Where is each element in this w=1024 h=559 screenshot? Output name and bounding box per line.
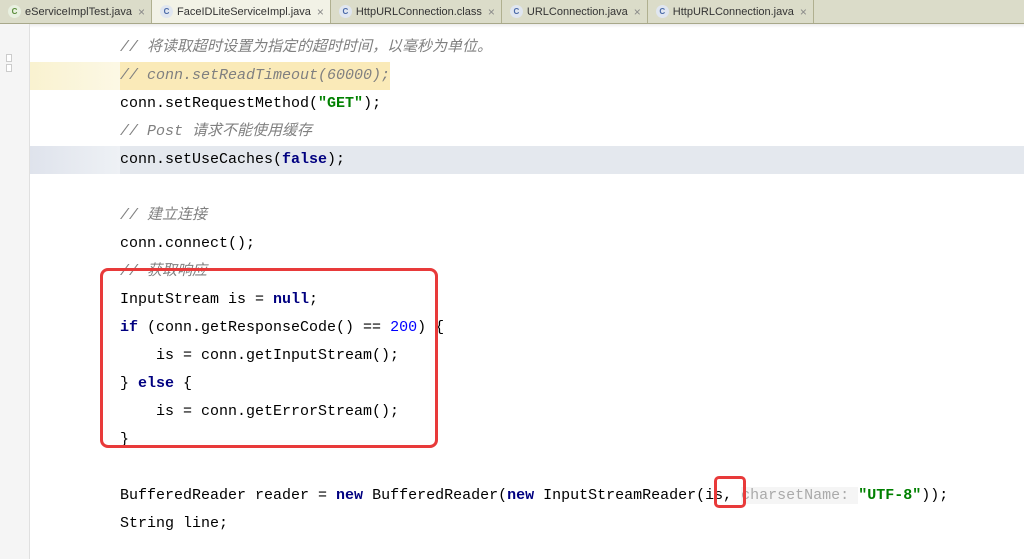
code-line: conn.setRequestMethod("GET"); [120, 90, 1024, 118]
editor-area: // 将读取超时设置为指定的超时时间，以毫秒为单位。 // conn.setRe… [0, 24, 1024, 559]
code-editor[interactable]: // 将读取超时设置为指定的超时时间，以毫秒为单位。 // conn.setRe… [30, 24, 1024, 559]
code-line: BufferedReader reader = new BufferedRead… [120, 482, 1024, 510]
code-line: is = conn.getInputStream(); [120, 342, 1024, 370]
java-class-icon: C [339, 5, 352, 18]
tab-label: eServiceImplTest.java [25, 6, 132, 18]
tab-eserviceimpltest[interactable]: C eServiceImplTest.java × [0, 0, 152, 23]
close-icon[interactable]: × [317, 5, 324, 19]
tab-label: URLConnection.java [527, 6, 628, 18]
tab-label: HttpURLConnection.class [356, 6, 482, 18]
close-icon[interactable]: × [634, 5, 641, 19]
code-line: String line; [120, 510, 1024, 538]
tab-httpurlconnection-java[interactable]: C HttpURLConnection.java × [648, 0, 814, 23]
code-line: // Post 请求不能使用缓存 [120, 118, 1024, 146]
java-file-icon: C [8, 5, 21, 18]
java-class-icon: C [656, 5, 669, 18]
code-line: // 获取响应 [120, 258, 1024, 286]
code-line [120, 454, 1024, 482]
close-icon[interactable]: × [488, 5, 495, 19]
tab-urlconnection[interactable]: C URLConnection.java × [502, 0, 648, 23]
tab-label: FaceIDLiteServiceImpl.java [177, 6, 311, 18]
editor-tab-bar: C eServiceImplTest.java × C FaceIDLiteSe… [0, 0, 1024, 24]
editor-gutter[interactable] [0, 24, 30, 559]
code-line: // 建立连接 [120, 202, 1024, 230]
code-line: conn.connect(); [120, 230, 1024, 258]
close-icon[interactable]: × [800, 5, 807, 19]
code-line [120, 174, 1024, 202]
code-line: } else { [120, 370, 1024, 398]
code-line: } [120, 426, 1024, 454]
code-line: // conn.setReadTimeout(60000); [120, 62, 1024, 90]
tab-httpurlconnection-class[interactable]: C HttpURLConnection.class × [331, 0, 502, 23]
code-line: if (conn.getResponseCode() == 200) { [120, 314, 1024, 342]
java-class-icon: C [160, 5, 173, 18]
code-line: is = conn.getErrorStream(); [120, 398, 1024, 426]
code-line: conn.setUseCaches(false); [120, 146, 1024, 174]
close-icon[interactable]: × [138, 5, 145, 19]
java-class-icon: C [510, 5, 523, 18]
tab-faceidliteserviceimpl[interactable]: C FaceIDLiteServiceImpl.java × [152, 0, 331, 23]
gutter-fold-marks[interactable] [6, 54, 12, 72]
code-line: // 将读取超时设置为指定的超时时间，以毫秒为单位。 [120, 34, 1024, 62]
code-line: InputStream is = null; [120, 286, 1024, 314]
tab-label: HttpURLConnection.java [673, 6, 794, 18]
